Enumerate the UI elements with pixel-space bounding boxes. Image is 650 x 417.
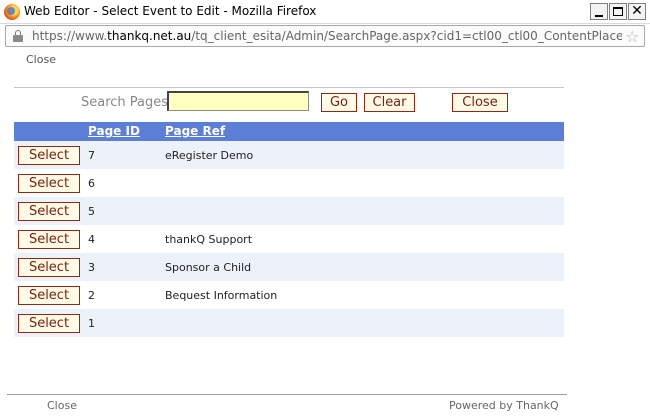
- page-ref-cell: thankQ Support: [165, 233, 253, 246]
- window-title: Web Editor - Select Event to Edit - Mozi…: [24, 4, 317, 18]
- divider: [14, 87, 564, 88]
- url-text[interactable]: https://www.thankq.net.au/tq_client_esit…: [32, 29, 622, 43]
- page-id-cell: 2: [88, 289, 95, 302]
- url-path: /tq_client_esita/Admin/SearchPage.aspx?c…: [191, 29, 622, 43]
- bookmark-star-icon[interactable]: ☆: [625, 27, 639, 46]
- close-button[interactable]: Close: [452, 93, 508, 112]
- grid-header: Page ID Page Ref: [14, 122, 564, 141]
- page-ref-cell: Bequest Information: [165, 289, 278, 302]
- select-button[interactable]: Select: [18, 314, 80, 333]
- clear-button[interactable]: Clear: [364, 93, 415, 112]
- url-domain: thankq.net.au: [107, 29, 192, 43]
- go-button[interactable]: Go: [321, 93, 357, 112]
- window-close-button[interactable]: ✕: [628, 3, 646, 20]
- page-id-cell: 3: [88, 261, 95, 274]
- search-pages-input[interactable]: [167, 91, 309, 111]
- pages-grid: Page ID Page Ref Select 7 eRegister Demo…: [14, 122, 564, 337]
- table-row: Select 7 eRegister Demo: [14, 141, 564, 169]
- bottom-close-link[interactable]: Close: [47, 399, 77, 412]
- address-bar[interactable]: https://www.thankq.net.au/tq_client_esit…: [5, 25, 645, 47]
- lock-icon: [13, 30, 23, 42]
- select-button[interactable]: Select: [18, 174, 80, 193]
- page-id-cell: 1: [88, 317, 95, 330]
- table-row: Select 5: [14, 197, 564, 225]
- select-button[interactable]: Select: [18, 258, 80, 277]
- page-id-cell: 4: [88, 233, 95, 246]
- top-close-link[interactable]: Close: [26, 53, 56, 66]
- search-pages-label: Search Pages: [81, 95, 169, 110]
- url-prefix: https://www.: [32, 29, 108, 43]
- table-row: Select 2 Bequest Information: [14, 281, 564, 309]
- table-row: Select 1: [14, 309, 564, 337]
- column-header-page-ref[interactable]: Page Ref: [165, 124, 225, 138]
- select-button[interactable]: Select: [18, 146, 80, 165]
- powered-by-text: Powered by ThankQ: [449, 399, 559, 412]
- select-button[interactable]: Select: [18, 202, 80, 221]
- maximize-button[interactable]: [609, 3, 627, 20]
- select-button[interactable]: Select: [18, 230, 80, 249]
- select-button[interactable]: Select: [18, 286, 80, 305]
- page-id-cell: 7: [88, 149, 95, 162]
- page-id-cell: 5: [88, 205, 95, 218]
- minimize-button[interactable]: [590, 3, 608, 20]
- minimize-icon: [595, 15, 603, 17]
- column-header-page-id[interactable]: Page ID: [88, 124, 140, 138]
- page-ref-cell: Sponsor a Child: [165, 261, 252, 274]
- page-id-cell: 6: [88, 177, 95, 190]
- maximize-icon: [613, 7, 623, 16]
- divider: [7, 394, 567, 395]
- firefox-logo-icon: [4, 4, 20, 20]
- page-ref-cell: eRegister Demo: [165, 149, 254, 162]
- table-row: Select 6: [14, 169, 564, 197]
- table-row: Select 4 thankQ Support: [14, 225, 564, 253]
- close-icon: ✕: [631, 3, 643, 19]
- window-titlebar: Web Editor - Select Event to Edit - Mozi…: [0, 0, 650, 24]
- table-row: Select 3 Sponsor a Child: [14, 253, 564, 281]
